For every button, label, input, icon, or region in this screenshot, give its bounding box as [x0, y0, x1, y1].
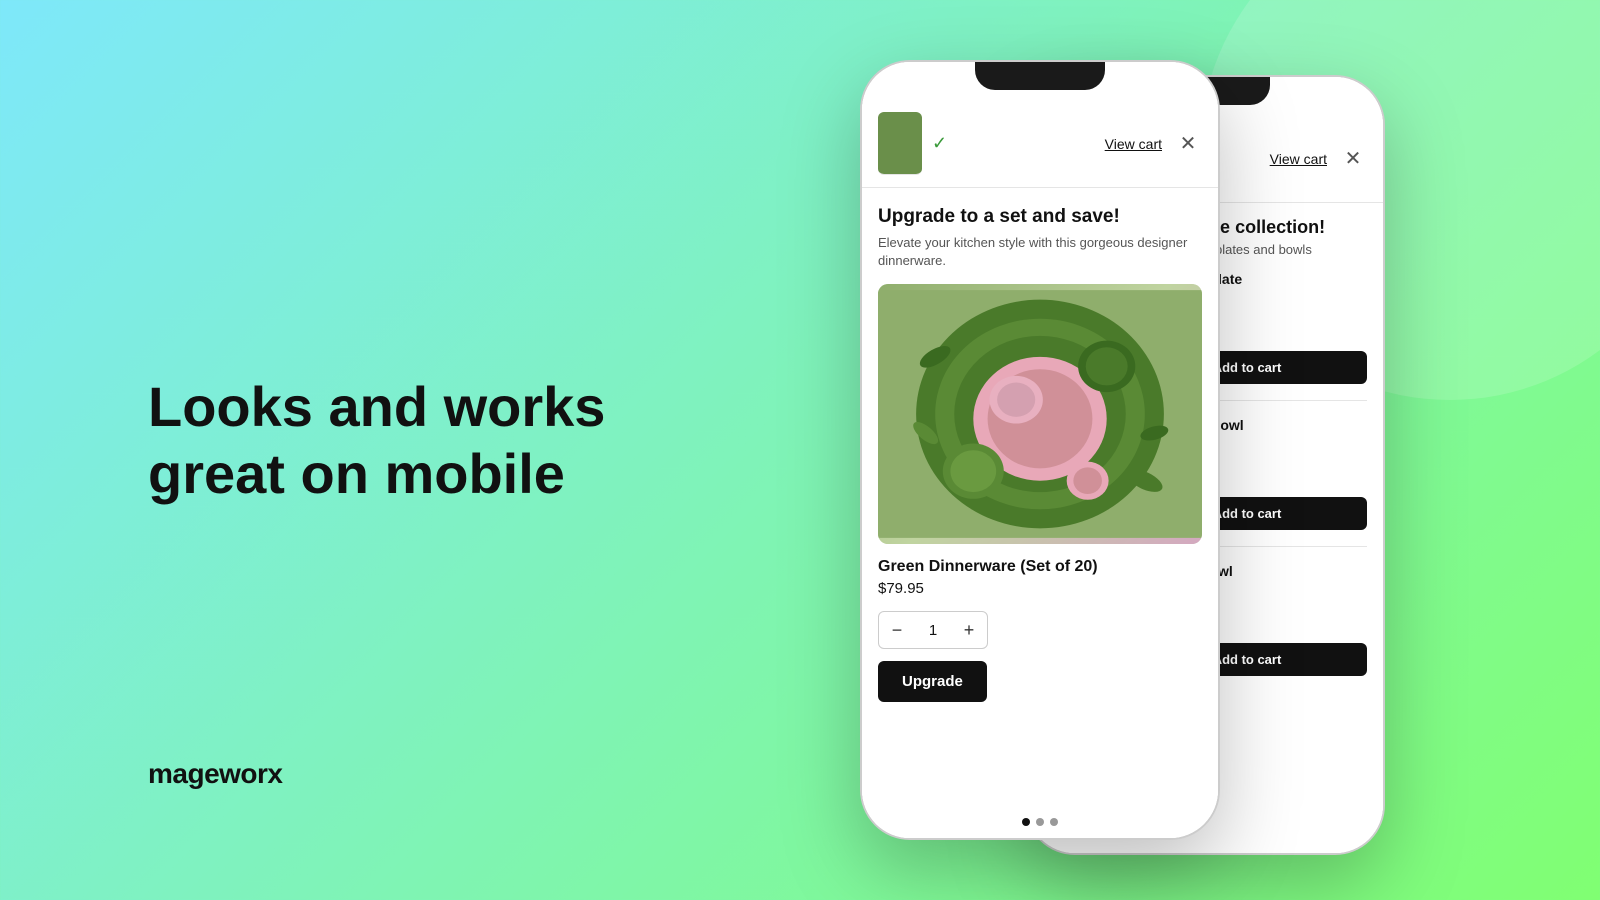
phone-1-upsell-title: Upgrade to a set and save!: [878, 206, 1202, 228]
hero-title-line2: great on mobile: [148, 442, 565, 505]
phone-1-upsell-desc: Elevate your kitchen style with this gor…: [878, 234, 1202, 270]
phone-1-view-cart[interactable]: View cart: [1105, 136, 1162, 152]
dot-3: [1050, 818, 1058, 826]
hero-section: Looks and works great on mobile: [148, 373, 605, 527]
phone-1-product-price: $79.95: [878, 580, 1202, 597]
phone-2-view-cart[interactable]: View cart: [1270, 151, 1327, 167]
phone-1-notch: [975, 62, 1105, 90]
phone-2-close-button[interactable]: ✕: [1339, 145, 1367, 173]
phone-1-qty-decrease[interactable]: −: [879, 612, 915, 648]
phone-1-screen: ✓ View cart ✕ Upgrade to a set and save!…: [862, 62, 1218, 838]
phone-1-modal: ✓ View cart ✕ Upgrade to a set and save!…: [862, 62, 1218, 838]
phone-1-close-button[interactable]: ✕: [1174, 130, 1202, 158]
phone-1-dots: [862, 806, 1218, 838]
phone-1-qty-value: 1: [915, 622, 951, 639]
hero-title-line1: Looks and works: [148, 375, 605, 438]
dinnerware-visual: [878, 284, 1202, 544]
phones-container: ✓ View cart ✕ Grab more from same collec…: [840, 0, 1600, 900]
phone-1-checkmark: ✓: [932, 133, 947, 154]
phone-1-qty-stepper: − 1 +: [878, 611, 988, 649]
phone-1-qty-increase[interactable]: +: [951, 612, 987, 648]
phone-1-product-image: [878, 284, 1202, 544]
phone-1-thumb: [878, 112, 922, 175]
phone-1: ✓ View cart ✕ Upgrade to a set and save!…: [860, 60, 1220, 840]
hero-title: Looks and works great on mobile: [148, 373, 605, 507]
phone-1-product-name: Green Dinnerware (Set of 20): [878, 558, 1202, 576]
dot-2: [1036, 818, 1044, 826]
dot-1: [1022, 818, 1030, 826]
phone-1-modal-body: Upgrade to a set and save! Elevate your …: [862, 188, 1218, 806]
brand-logo: mageworx: [148, 758, 283, 790]
phone-1-upgrade-button[interactable]: Upgrade: [878, 661, 987, 702]
